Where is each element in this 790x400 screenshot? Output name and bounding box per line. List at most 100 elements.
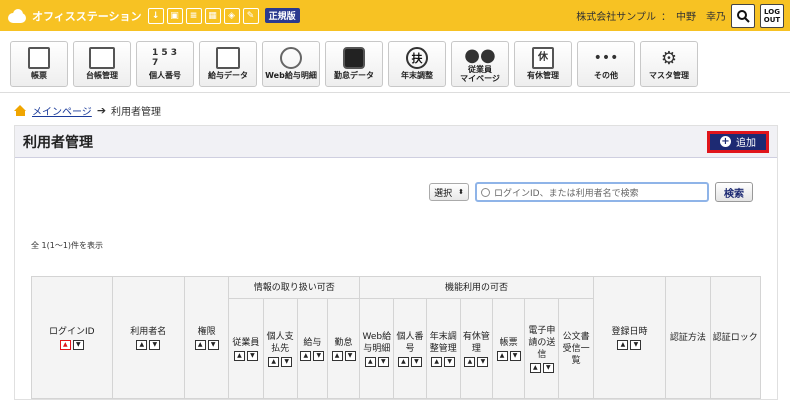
menu-item-attendance[interactable]: 勤怠データ <box>325 41 383 87</box>
menu-item-master[interactable]: ⚙ マスタ管理 <box>640 41 698 87</box>
sort-asc-icon[interactable]: ▲ <box>331 350 343 361</box>
col-personal-number: 個人番号 ▲ ▼ <box>393 298 427 399</box>
menu-label: 帳票 <box>31 71 47 80</box>
user-area: 株式会社サンプル ： 中野 幸乃 LOG OUT <box>576 3 784 28</box>
menu-label: 有休管理 <box>527 71 559 80</box>
sort-desc-icon[interactable]: ▼ <box>344 350 356 361</box>
sort-asc-icon[interactable]: ▲ <box>364 356 376 367</box>
menu-label: Web給与明細 <box>265 71 317 80</box>
plus-icon: + <box>720 136 731 147</box>
col-auth-method: 認証方法 <box>665 276 711 399</box>
web-payslip-icon <box>278 45 304 71</box>
col-label: 従業員 <box>232 337 260 348</box>
attendance-clock-icon <box>341 45 367 71</box>
sort-asc-icon[interactable]: ▲ <box>233 350 245 361</box>
col-year-end-adjustment: 年末調整管理 ▲ ▼ <box>425 298 461 399</box>
menu-label: 年末調整 <box>401 71 433 80</box>
breadcrumb-home-link[interactable]: メインページ <box>32 103 92 118</box>
menu-item-forms[interactable]: 帳票 <box>10 41 68 87</box>
sort-desc-icon[interactable]: ▼ <box>542 362 554 373</box>
group-function-usage: 機能利用の可否 <box>359 276 594 299</box>
search-field-icon <box>481 187 490 197</box>
sort-controls: ▲ ▼ <box>268 356 293 367</box>
col-personal-payee: 個人支払先 ▲ ▼ <box>262 298 298 399</box>
sort-desc-icon[interactable]: ▼ <box>281 356 293 367</box>
menu-item-salary-data[interactable]: 給与データ <box>199 41 257 87</box>
sort-desc-icon[interactable]: ▼ <box>444 356 456 367</box>
menu-item-employee-mypage[interactable]: ●● 従業員 マイページ <box>451 41 509 87</box>
search-submit-button[interactable]: 検索 <box>715 182 753 202</box>
logout-label-line1: LOG <box>764 7 780 16</box>
add-button[interactable]: + 追加 <box>707 130 769 153</box>
sort-asc-icon[interactable]: ▲ <box>268 356 280 367</box>
col-registered-at: 登録日時 ▲ ▼ <box>592 276 667 399</box>
sort-desc-icon[interactable]: ▼ <box>149 339 161 350</box>
sort-controls: ▲ ▼ <box>331 350 356 361</box>
search-placeholder: ログインID、または利用者名で検索 <box>494 188 639 199</box>
sort-desc-icon[interactable]: ▼ <box>207 339 219 350</box>
sort-controls: ▲ ▼ <box>59 339 84 350</box>
sort-asc-icon[interactable]: ▲ <box>59 339 71 350</box>
download-icon[interactable]: ↓ <box>147 7 164 24</box>
more-dots-icon: ••• <box>593 50 619 66</box>
col-label: 個人支払先 <box>266 331 294 354</box>
sort-controls: ▲ ▼ <box>496 350 521 361</box>
menu-item-web-payslip[interactable]: Web給与明細 <box>262 41 320 87</box>
pencil-icon[interactable]: ✎ <box>242 7 259 24</box>
sort-desc-icon[interactable]: ▼ <box>477 356 489 367</box>
search-icon <box>737 9 750 23</box>
sort-asc-icon[interactable]: ▲ <box>617 339 629 350</box>
select-arrows-icon: ⬍ <box>458 188 464 196</box>
year-end-glyph: 扶 <box>406 47 428 69</box>
sort-asc-icon[interactable]: ▲ <box>496 350 508 361</box>
search-button-top[interactable] <box>731 3 755 28</box>
page-title: 利用者管理 <box>23 134 93 151</box>
sort-desc-icon[interactable]: ▼ <box>313 350 325 361</box>
col-label: 給与 <box>303 337 322 348</box>
sort-controls: ▲ ▼ <box>431 356 456 367</box>
col-login-id: ログインID ▲ ▼ <box>31 276 113 399</box>
add-button-label: 追加 <box>736 138 756 149</box>
sort-asc-icon[interactable]: ▲ <box>136 339 148 350</box>
sort-desc-icon[interactable]: ▼ <box>509 350 521 361</box>
app-brand[interactable]: オフィスステーション <box>6 8 142 24</box>
menu-item-ledger[interactable]: 台帳管理 <box>73 41 131 87</box>
logout-button[interactable]: LOG OUT <box>760 3 784 28</box>
menu-item-year-end[interactable]: 扶 年末調整 <box>388 41 446 87</box>
paid-leave-glyph: 休 <box>532 47 554 69</box>
document-icon[interactable]: ≡ <box>185 7 202 24</box>
sort-controls: ▲ ▼ <box>617 339 642 350</box>
search-input[interactable]: ログインID、または利用者名で検索 <box>475 182 709 202</box>
sort-asc-icon[interactable]: ▲ <box>300 350 312 361</box>
sort-desc-icon[interactable]: ▼ <box>410 356 422 367</box>
top-icon-group: ↓ ▣ ≡ ▦ ◈ ✎ <box>147 7 259 24</box>
menu-label: マスタ管理 <box>649 71 689 80</box>
breadcrumb-current: 利用者管理 <box>111 107 162 118</box>
sort-asc-icon[interactable]: ▲ <box>194 339 206 350</box>
cube-icon[interactable]: ◈ <box>223 7 240 24</box>
sort-asc-icon[interactable]: ▲ <box>431 356 443 367</box>
building-icon[interactable]: ▦ <box>204 7 221 24</box>
suitcase-icon[interactable]: ▣ <box>166 7 183 24</box>
menu-item-paid-leave[interactable]: 休 有休管理 <box>514 41 572 87</box>
sort-controls: ▲ ▼ <box>464 356 489 367</box>
paid-leave-icon: 休 <box>530 45 556 71</box>
sort-asc-icon[interactable]: ▲ <box>464 356 476 367</box>
main-menu: 帳票 台帳管理 1 5 3 7 個人番号 給与データ Web給与明細 勤怠データ… <box>0 31 790 93</box>
sort-asc-icon[interactable]: ▲ <box>529 362 541 373</box>
sort-asc-icon[interactable]: ▲ <box>397 356 409 367</box>
sort-desc-icon[interactable]: ▼ <box>246 350 258 361</box>
col-permission: 権限 ▲ ▼ <box>184 276 230 399</box>
col-user-name: 利用者名 ▲ ▼ <box>111 276 186 399</box>
search-type-select[interactable]: 選択 ⬍ <box>429 183 469 201</box>
col-label: 年末調整管理 <box>429 331 457 354</box>
sort-desc-icon[interactable]: ▼ <box>630 339 642 350</box>
col-registered-at-label: 登録日時 <box>611 326 648 337</box>
menu-item-other[interactable]: ••• その他 <box>577 41 635 87</box>
cloud-logo-icon <box>6 8 28 23</box>
menu-item-personal-number[interactable]: 1 5 3 7 個人番号 <box>136 41 194 87</box>
sort-desc-icon[interactable]: ▼ <box>72 339 84 350</box>
employee-mypage-icon: ●● <box>464 44 496 66</box>
sort-desc-icon[interactable]: ▼ <box>377 356 389 367</box>
sort-controls: ▲ ▼ <box>364 356 389 367</box>
